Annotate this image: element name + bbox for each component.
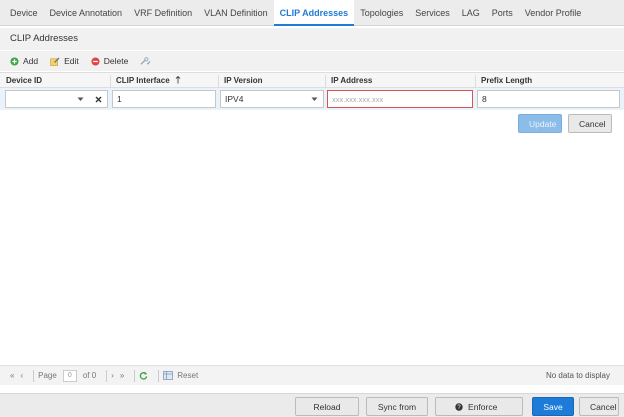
add-button[interactable]: Add: [10, 56, 38, 66]
column-clip-interface-label: CLIP Interface: [116, 76, 170, 85]
edit-row: 1 IPV4 xxx.xxx.xxx.xxx 8: [0, 88, 624, 110]
tab-vrf-definition[interactable]: VRF Definition: [128, 0, 198, 26]
ip-address-field[interactable]: xxx.xxx.xxx.xxx: [327, 90, 473, 108]
tab-vlan-definition[interactable]: VLAN Definition: [198, 0, 274, 26]
tab-services[interactable]: Services: [409, 0, 456, 26]
prefix-length-field[interactable]: 8: [477, 90, 620, 108]
column-ip-address[interactable]: IP Address: [325, 73, 475, 89]
tab-device[interactable]: Device: [4, 0, 44, 26]
add-label: Add: [23, 56, 39, 66]
pager-status: No data to display: [545, 371, 610, 380]
page-count: of 0: [82, 371, 97, 380]
chevron-down-icon[interactable]: [311, 97, 318, 102]
tab-device-annotation[interactable]: Device Annotation: [44, 0, 129, 26]
tab-clip-addresses[interactable]: CLIP Addresses: [273, 0, 355, 26]
reset-icon[interactable]: [163, 371, 174, 380]
chevron-down-icon[interactable]: [77, 97, 84, 102]
paging-toolbar: « ‹ Page 0 of 0 › » Reset No data to dis…: [0, 365, 624, 385]
page-label: Page: [38, 371, 57, 380]
divider: [106, 369, 108, 382]
prev-page-icon[interactable]: ‹: [20, 371, 23, 380]
tab-vendor-profile[interactable]: Vendor Profile: [519, 0, 588, 26]
grid-header: Device ID CLIP Interface IP Version IP A…: [0, 72, 624, 88]
update-button[interactable]: Update: [518, 114, 562, 133]
edit-icon: [50, 56, 60, 66]
column-device-id[interactable]: Device ID: [0, 73, 110, 89]
page-number-input[interactable]: 0: [62, 369, 77, 382]
tab-topologies[interactable]: Topologies: [354, 0, 409, 26]
ip-address-placeholder: xxx.xxx.xxx.xxx: [332, 95, 384, 104]
cancel-button[interactable]: Cancel: [579, 397, 619, 416]
divider: [33, 369, 35, 382]
help-icon: ?: [454, 403, 463, 411]
divider: [158, 369, 160, 382]
tab-lag[interactable]: LAG: [456, 0, 486, 26]
column-clip-interface[interactable]: CLIP Interface: [110, 73, 218, 89]
tab-bar: Device Device Annotation VRF Definition …: [0, 0, 624, 26]
edit-button[interactable]: Edit: [50, 56, 79, 66]
save-button[interactable]: Save: [532, 397, 574, 416]
sort-ascending-icon: [175, 75, 181, 84]
delete-button[interactable]: Delete: [91, 56, 129, 66]
column-ip-version[interactable]: IP Version: [218, 73, 325, 89]
reload-device-button[interactable]: Reload Device: [295, 397, 359, 416]
device-id-combobox[interactable]: [5, 90, 108, 108]
enforce-preview-button[interactable]: ? Enforce Preview...: [435, 397, 523, 416]
footer-bar: Reload Device Sync from Site ? Enforce P…: [0, 393, 624, 417]
next-page-icon[interactable]: ›: [111, 371, 114, 380]
edit-label: Edit: [64, 56, 79, 66]
tab-ports[interactable]: Ports: [486, 0, 519, 26]
divider: [134, 369, 136, 382]
delete-label: Delete: [103, 56, 129, 66]
add-icon: [10, 56, 19, 66]
column-prefix-length[interactable]: Prefix Length: [475, 73, 624, 89]
delete-icon: [91, 56, 100, 66]
reset-button[interactable]: Reset: [177, 371, 198, 380]
row-editor-buttons: Update Cancel: [518, 114, 612, 133]
section-title: CLIP Addresses: [0, 28, 624, 50]
sync-from-site-button[interactable]: Sync from Site: [366, 397, 428, 416]
enforce-preview-label: Enforce Preview...: [468, 402, 498, 412]
clip-interface-field[interactable]: 1: [112, 90, 216, 108]
clear-icon[interactable]: [95, 96, 102, 103]
ip-version-value: IPV4: [225, 94, 244, 104]
tools-icon: [140, 56, 151, 65]
ip-version-select[interactable]: IPV4: [220, 90, 324, 108]
first-page-icon[interactable]: «: [10, 371, 14, 380]
row-cancel-button[interactable]: Cancel: [568, 114, 612, 133]
refresh-icon[interactable]: [139, 371, 148, 380]
grid-toolbar: Add Edit Delete: [0, 51, 624, 71]
tools-button[interactable]: [140, 56, 155, 66]
last-page-icon[interactable]: »: [120, 371, 124, 380]
